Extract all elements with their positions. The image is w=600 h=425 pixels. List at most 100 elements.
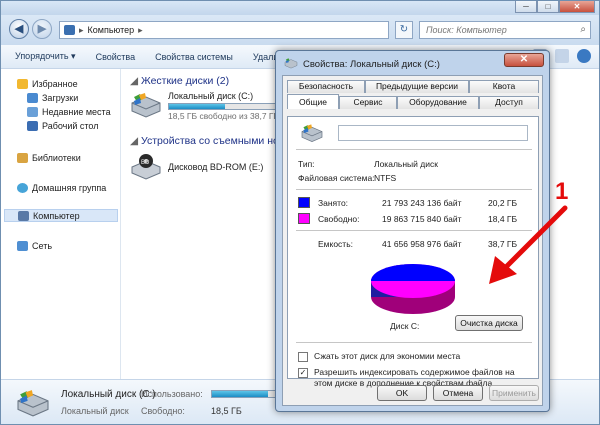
- preview-pane-icon[interactable]: [555, 49, 569, 63]
- nav-recent[interactable]: Недавние места: [27, 105, 111, 118]
- star-icon: [17, 78, 28, 89]
- disk-label: Диск C:: [390, 321, 420, 331]
- homegroup-icon: [17, 182, 28, 193]
- tab-sharing[interactable]: Доступ: [479, 96, 539, 109]
- details-free-value: 18,5 ГБ: [211, 406, 242, 416]
- tab-row-top: Безопасность Предыдущие версии Квота: [287, 80, 539, 93]
- nav-desktop-label: Рабочий стол: [42, 120, 99, 131]
- index-checkbox[interactable]: ✓: [298, 368, 308, 378]
- dialog-close-button[interactable]: ✕: [504, 53, 544, 67]
- drive-c-usage-bar: [168, 103, 278, 110]
- nav-recent-label: Недавние места: [42, 106, 111, 117]
- ok-button[interactable]: OK: [377, 385, 427, 401]
- free-bytes: 19 863 715 840 байт: [382, 214, 462, 224]
- title-bar[interactable]: ─ □ ✕: [1, 1, 599, 15]
- volume-label-input[interactable]: [338, 125, 528, 141]
- hdd-group-header[interactable]: ◢ Жесткие диски (2): [130, 75, 229, 87]
- nav-homegroup-label: Домашняя группа: [32, 182, 107, 193]
- address-separator-2: ▸: [138, 24, 143, 35]
- nav-homegroup[interactable]: Домашняя группа: [17, 181, 106, 194]
- recent-places-icon: [27, 106, 38, 117]
- properties-button[interactable]: Свойства: [96, 52, 136, 62]
- collapse-icon[interactable]: ◢: [130, 75, 138, 87]
- disk-cleanup-button[interactable]: Очистка диска: [455, 315, 523, 331]
- nav-network[interactable]: Сеть: [17, 239, 52, 252]
- drive-c-usage-fill: [169, 104, 226, 109]
- hard-drive-icon: [130, 91, 162, 119]
- drive-e-item[interactable]: BD Дисковод BD-ROM (E:): [130, 153, 263, 181]
- nav-libraries[interactable]: Библиотеки: [17, 151, 81, 164]
- svg-text:BD: BD: [141, 160, 150, 166]
- compress-checkbox[interactable]: [298, 352, 308, 362]
- details-used-label: Использовано:: [141, 389, 203, 399]
- apply-button[interactable]: Применить: [489, 385, 539, 401]
- close-button[interactable]: ✕: [559, 1, 595, 13]
- hard-drive-icon: [284, 57, 298, 72]
- minimize-button[interactable]: ─: [515, 1, 537, 13]
- cancel-button[interactable]: Отмена: [433, 385, 483, 401]
- nav-computer[interactable]: Компьютер: [4, 209, 118, 222]
- tab-hardware[interactable]: Оборудование: [397, 96, 479, 109]
- address-row: ◀ ▶ ▸ Компьютер ▸ ↻ Поиск: Компьютер ⌕: [1, 15, 599, 45]
- nav-favorites-label: Избранное: [32, 78, 78, 89]
- tab-row-bottom: Общие Сервис Оборудование Доступ: [287, 94, 539, 109]
- free-label: Свободно:: [318, 214, 360, 224]
- nav-desktop[interactable]: Рабочий стол: [27, 119, 99, 132]
- navigation-pane: Избранное Загрузки Недавние места Рабочи…: [1, 69, 121, 379]
- separator: [296, 189, 532, 191]
- capacity-label: Емкость:: [318, 239, 353, 249]
- computer-icon: [18, 210, 29, 221]
- window-controls: ─ □ ✕: [515, 1, 595, 13]
- separator: [296, 149, 532, 151]
- details-type: Локальный диск: [61, 406, 129, 416]
- tab-previous-versions[interactable]: Предыдущие версии: [365, 80, 469, 93]
- back-button[interactable]: ◀: [9, 19, 29, 39]
- downloads-icon: [27, 92, 38, 103]
- compress-label: Сжать этот диск для экономии места: [314, 351, 461, 361]
- help-icon[interactable]: [577, 49, 591, 63]
- disk-usage-pie-chart: [371, 264, 455, 314]
- desktop-icon: [27, 120, 38, 131]
- hdd-group-label: Жесткие диски (2): [141, 75, 230, 87]
- tab-tools[interactable]: Сервис: [339, 96, 397, 109]
- nav-libraries-label: Библиотеки: [32, 152, 81, 163]
- collapse-icon[interactable]: ◢: [130, 135, 138, 147]
- nav-favorites[interactable]: Избранное: [17, 77, 78, 90]
- pie-used-slice: [371, 264, 455, 281]
- arrow-shaft: [500, 205, 568, 273]
- forward-button[interactable]: ▶: [32, 19, 52, 39]
- search-input[interactable]: Поиск: Компьютер ⌕: [419, 21, 591, 39]
- tab-security[interactable]: Безопасность: [287, 80, 365, 93]
- search-placeholder: Поиск: Компьютер: [426, 25, 507, 35]
- libraries-icon: [17, 152, 28, 163]
- filesystem-label: Файловая система:: [298, 173, 375, 183]
- address-path: Компьютер: [87, 25, 135, 35]
- hard-drive-icon: [300, 123, 324, 145]
- bd-rom-drive-icon: BD: [130, 153, 162, 181]
- tab-quota[interactable]: Квота: [469, 80, 539, 93]
- details-usage-fill: [212, 391, 269, 397]
- filesystem-value: NTFS: [374, 173, 397, 183]
- separator: [296, 342, 532, 344]
- free-space-swatch: [298, 213, 310, 224]
- nav-network-label: Сеть: [32, 240, 53, 251]
- hard-drive-icon: [15, 388, 51, 418]
- nav-downloads[interactable]: Загрузки: [27, 91, 78, 104]
- system-properties-button[interactable]: Свойства системы: [155, 52, 233, 62]
- details-free-label: Свободно:: [141, 406, 185, 416]
- dialog-title-bar[interactable]: Свойства: Локальный диск (C:): [284, 57, 440, 72]
- tab-general[interactable]: Общие: [287, 94, 339, 109]
- organize-button[interactable]: Упорядочить ▾: [15, 51, 76, 62]
- refresh-icon[interactable]: ↻: [395, 21, 413, 39]
- type-value: Локальный диск: [374, 159, 438, 169]
- annotation-arrow: [489, 205, 568, 284]
- address-bar[interactable]: ▸ Компьютер ▸: [59, 21, 389, 39]
- drive-e-name: Дисковод BD-ROM (E:): [168, 162, 264, 172]
- dialog-title: Свойства: Локальный диск (C:): [303, 59, 440, 70]
- address-separator: ▸: [79, 24, 84, 35]
- nav-downloads-label: Загрузки: [42, 92, 79, 103]
- computer-icon: [64, 25, 75, 35]
- used-space-swatch: [298, 197, 310, 208]
- maximize-button[interactable]: □: [537, 1, 559, 13]
- nav-computer-label: Компьютер: [33, 210, 80, 221]
